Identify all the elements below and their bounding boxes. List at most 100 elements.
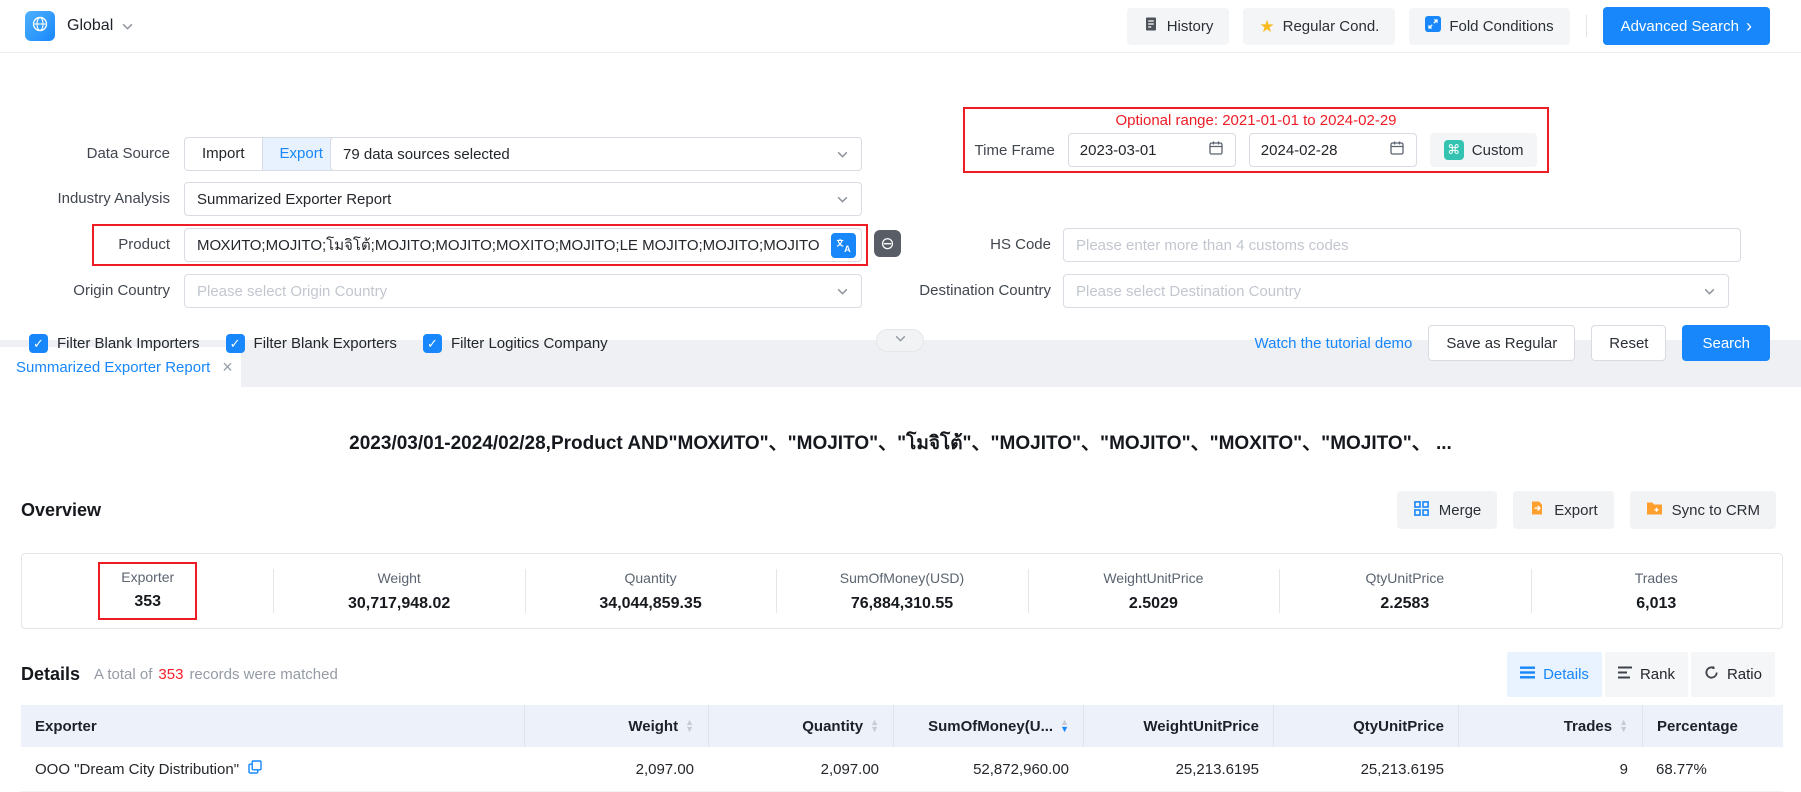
stat-trades: Trades 6,013 bbox=[1531, 554, 1782, 628]
industry-analysis-label: Industry Analysis bbox=[0, 182, 170, 216]
export-file-icon bbox=[1529, 500, 1545, 520]
reset-button[interactable]: Reset bbox=[1591, 325, 1666, 361]
fold-conditions-button[interactable]: Fold Conditions bbox=[1409, 8, 1569, 45]
save-as-regular-button[interactable]: Save as Regular bbox=[1428, 325, 1575, 361]
close-icon[interactable]: × bbox=[222, 358, 233, 376]
view-details-button[interactable]: Details bbox=[1507, 652, 1602, 697]
ratio-icon bbox=[1704, 665, 1719, 684]
stat-quantity: Quantity 34,044,859.35 bbox=[525, 554, 776, 628]
table-row[interactable]: OOO "Dream City Distribution" 2,097.00 2… bbox=[21, 747, 1783, 792]
search-form: Data Source Import Export 79 data source… bbox=[0, 53, 1801, 340]
checkbox-filter-blank-importers[interactable]: ✓ Filter Blank Importers bbox=[29, 334, 200, 353]
chevron-down-icon[interactable] bbox=[121, 20, 134, 33]
chevron-down-icon bbox=[836, 148, 849, 161]
exporter-highlight-box: Exporter 353 bbox=[98, 562, 197, 620]
product-input[interactable]: МОХИТО;MOJITO;โมจิโต้;MOJITO;MOJITO;MOXI… bbox=[184, 228, 862, 262]
calendar-icon bbox=[1208, 140, 1224, 160]
results-area: 2023/03/01-2024/02/28,Product AND"МОХИТО… bbox=[0, 428, 1801, 792]
stat-sum-of-money: SumOfMoney(USD) 76,884,310.55 bbox=[776, 554, 1027, 628]
cell-weight: 2,097.00 bbox=[524, 747, 708, 791]
tutorial-demo-link[interactable]: Watch the tutorial demo bbox=[1255, 335, 1413, 352]
chevron-down-icon bbox=[894, 332, 907, 349]
checkbox-checked-icon: ✓ bbox=[29, 334, 48, 353]
region-selector-label[interactable]: Global bbox=[67, 17, 113, 35]
table-header: Exporter Weight ▲▼ Quantity ▲▼ SumOfMone… bbox=[21, 705, 1783, 747]
column-header-sum-of-money[interactable]: SumOfMoney(U... ▲▼ bbox=[893, 705, 1083, 747]
cell-weight-unit-price: 25,213.6195 bbox=[1083, 747, 1273, 791]
column-header-exporter: Exporter bbox=[21, 705, 524, 747]
view-rank-button[interactable]: Rank bbox=[1605, 652, 1688, 697]
hs-code-field[interactable] bbox=[1076, 237, 1728, 254]
folder-sync-icon bbox=[1646, 501, 1663, 520]
chevron-down-icon bbox=[836, 285, 849, 298]
copy-icon[interactable] bbox=[248, 760, 262, 778]
overview-stats-card: Exporter 353 Weight 30,717,948.02 Quanti… bbox=[21, 553, 1783, 629]
cell-qty-unit-price: 25,213.6195 bbox=[1273, 747, 1458, 791]
industry-analysis-dropdown[interactable]: Summarized Exporter Report bbox=[184, 182, 862, 216]
destination-country-dropdown[interactable]: Please select Destination Country bbox=[1063, 274, 1729, 308]
overview-title: Overview bbox=[21, 500, 101, 521]
regular-cond-button[interactable]: ★ Regular Cond. bbox=[1243, 8, 1395, 45]
record-count: 353 bbox=[158, 666, 183, 683]
time-frame-label: Time Frame bbox=[975, 142, 1055, 159]
checkbox-filter-logistics-company[interactable]: ✓ Filter Logitics Company bbox=[423, 334, 608, 353]
stat-weight-unit-price: WeightUnitPrice 2.5029 bbox=[1028, 554, 1279, 628]
chevron-right-icon: › bbox=[1746, 17, 1752, 35]
translate-icon[interactable]: A bbox=[831, 233, 856, 258]
chevron-down-icon bbox=[1703, 285, 1716, 298]
exporter-name[interactable]: OOO "Dream City Distribution" bbox=[35, 761, 239, 778]
advanced-search-button[interactable]: Advanced Search › bbox=[1603, 7, 1770, 45]
destination-country-label: Destination Country bbox=[881, 274, 1051, 308]
hs-code-label: HS Code bbox=[881, 228, 1051, 262]
history-button[interactable]: History bbox=[1127, 8, 1230, 45]
custom-icon: ⌘ bbox=[1444, 140, 1464, 160]
stat-weight: Weight 30,717,948.02 bbox=[273, 554, 524, 628]
sort-icon[interactable]: ▲▼ bbox=[870, 719, 879, 733]
list-icon bbox=[1520, 666, 1535, 683]
data-source-label: Data Source bbox=[0, 137, 170, 171]
checkbox-checked-icon: ✓ bbox=[423, 334, 442, 353]
checkbox-filter-blank-exporters[interactable]: ✓ Filter Blank Exporters bbox=[226, 334, 397, 353]
sort-icon-active-desc[interactable]: ▲▼ bbox=[1060, 719, 1069, 733]
cell-sum-of-money: 52,872,960.00 bbox=[893, 747, 1083, 791]
globe-icon bbox=[31, 15, 49, 37]
column-header-trades[interactable]: Trades ▲▼ bbox=[1458, 705, 1642, 747]
filter-checkbox-row: ✓ Filter Blank Importers ✓ Filter Blank … bbox=[29, 334, 608, 353]
hs-code-input[interactable] bbox=[1063, 228, 1741, 262]
merge-icon bbox=[1413, 500, 1430, 521]
calendar-icon bbox=[1389, 140, 1405, 160]
export-button[interactable]: Export bbox=[1513, 491, 1613, 529]
search-button[interactable]: Search bbox=[1682, 325, 1770, 361]
view-ratio-button[interactable]: Ratio bbox=[1691, 652, 1775, 697]
divider bbox=[1586, 15, 1587, 37]
cell-percentage: 68.77% bbox=[1642, 747, 1783, 791]
column-header-quantity[interactable]: Quantity ▲▼ bbox=[708, 705, 893, 747]
tab-summarized-exporter-report[interactable]: Summarized Exporter Report × bbox=[0, 347, 241, 387]
data-sources-dropdown[interactable]: 79 data sources selected bbox=[330, 137, 862, 171]
merge-button[interactable]: Merge bbox=[1397, 491, 1498, 529]
rank-icon bbox=[1618, 666, 1632, 683]
export-toggle[interactable]: Export bbox=[262, 138, 340, 170]
sort-icon[interactable]: ▲▼ bbox=[1619, 719, 1628, 733]
chevron-down-icon bbox=[836, 193, 849, 206]
star-icon: ★ bbox=[1259, 18, 1274, 35]
view-switcher: Details Rank Ratio bbox=[1507, 652, 1775, 697]
sync-to-crm-button[interactable]: Sync to CRM bbox=[1630, 491, 1776, 529]
data-source-toggle: Import Export bbox=[184, 137, 341, 171]
time-frame-highlight-box: Optional range: 2021-01-01 to 2024-02-29… bbox=[963, 107, 1549, 173]
custom-range-button[interactable]: ⌘ Custom bbox=[1430, 133, 1538, 167]
date-to-input[interactable]: 2024-02-28 bbox=[1249, 133, 1417, 167]
date-from-input[interactable]: 2023-03-01 bbox=[1068, 133, 1236, 167]
column-header-percentage: Percentage bbox=[1642, 705, 1783, 747]
topbar: Global History ★ Regular Cond. Fold Cond… bbox=[0, 0, 1801, 53]
records-matched-text: A total of353records were matched bbox=[94, 666, 338, 683]
checkbox-checked-icon: ✓ bbox=[226, 334, 245, 353]
collapse-form-toggle[interactable] bbox=[876, 329, 924, 352]
origin-country-dropdown[interactable]: Please select Origin Country bbox=[184, 274, 862, 308]
import-toggle[interactable]: Import bbox=[185, 138, 262, 170]
column-header-weight[interactable]: Weight ▲▼ bbox=[524, 705, 708, 747]
sort-icon[interactable]: ▲▼ bbox=[685, 719, 694, 733]
column-header-qty-unit-price: QtyUnitPrice bbox=[1273, 705, 1458, 747]
stat-exporter: Exporter 353 bbox=[22, 554, 273, 628]
product-label: Product bbox=[0, 228, 170, 262]
